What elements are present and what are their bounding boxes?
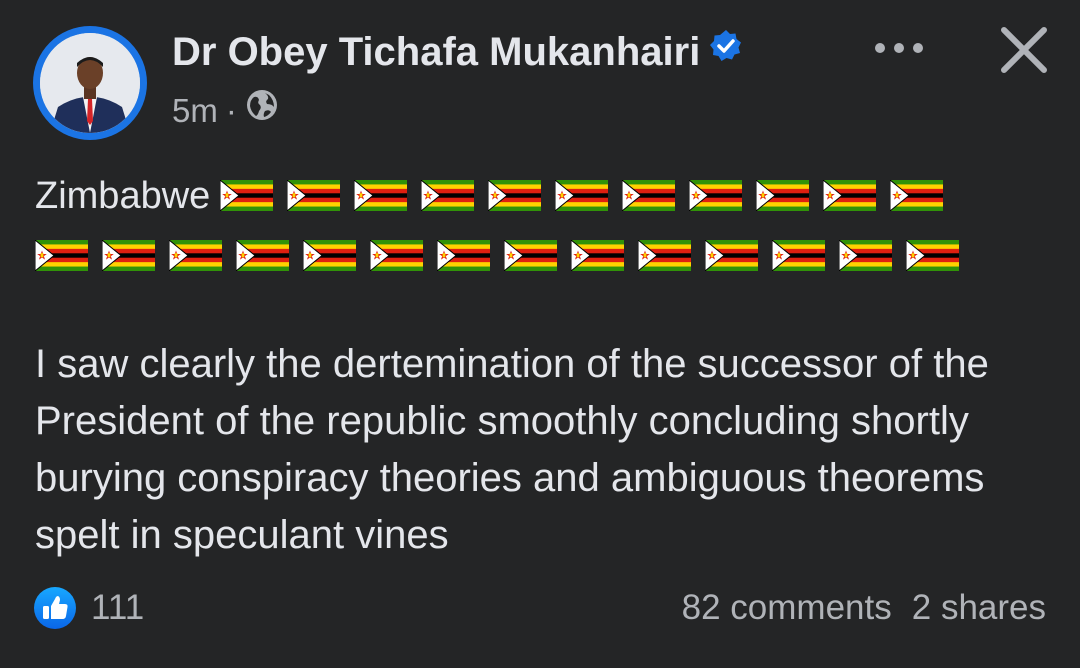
post-meta: 5m · bbox=[172, 88, 279, 133]
meta-separator: · bbox=[225, 91, 237, 129]
more-options-button[interactable] bbox=[868, 28, 934, 68]
more-icon bbox=[875, 43, 923, 53]
zimbabwe-flag-emoji bbox=[437, 240, 490, 272]
zimbabwe-flag-emoji bbox=[906, 240, 959, 272]
reactions-summary[interactable]: 111 bbox=[33, 586, 144, 630]
engagement-counts: 82 comments 2 shares bbox=[682, 586, 1046, 630]
zimbabwe-flag-emoji bbox=[287, 180, 341, 212]
zimbabwe-flag-emoji bbox=[839, 240, 892, 272]
zimbabwe-flag-emoji bbox=[35, 240, 88, 272]
zimbabwe-flag-emoji bbox=[555, 180, 609, 212]
author-name[interactable]: Dr Obey Tichafa Mukanhairi bbox=[172, 28, 744, 76]
zimbabwe-flag-emoji bbox=[689, 180, 743, 212]
post-headline: Zimbabwe bbox=[35, 170, 1045, 278]
zimbabwe-flag-emoji bbox=[890, 180, 944, 212]
zimbabwe-flag-emoji bbox=[421, 180, 475, 212]
zimbabwe-flag-emoji bbox=[169, 240, 222, 272]
zimbabwe-flag-emoji bbox=[504, 240, 557, 272]
zimbabwe-flag-emoji bbox=[705, 240, 758, 272]
zimbabwe-flag-emoji bbox=[220, 180, 274, 212]
flag-row-1 bbox=[220, 173, 957, 215]
headline-text: Zimbabwe bbox=[35, 174, 211, 217]
zimbabwe-flag-emoji bbox=[488, 180, 542, 212]
zimbabwe-flag-emoji bbox=[370, 240, 423, 272]
like-count[interactable]: 111 bbox=[91, 586, 144, 630]
zimbabwe-flag-emoji bbox=[823, 180, 877, 212]
profile-photo bbox=[40, 33, 140, 133]
comments-count[interactable]: 82 comments bbox=[682, 588, 892, 627]
zimbabwe-flag-emoji bbox=[236, 240, 289, 272]
zimbabwe-flag-emoji bbox=[303, 240, 356, 272]
author-name-text[interactable]: Dr Obey Tichafa Mukanhairi bbox=[172, 30, 700, 74]
globe-icon[interactable] bbox=[245, 88, 279, 133]
like-icon bbox=[34, 587, 76, 629]
zimbabwe-flag-emoji bbox=[354, 180, 408, 212]
zimbabwe-flag-emoji bbox=[756, 180, 810, 212]
zimbabwe-flag-emoji bbox=[772, 240, 825, 272]
shares-count[interactable]: 2 shares bbox=[912, 588, 1046, 627]
verified-badge-icon bbox=[708, 27, 744, 75]
flag-row-2 bbox=[35, 230, 1045, 278]
facebook-post: Dr Obey Tichafa Mukanhairi 5m · Zimbabwe… bbox=[0, 0, 1080, 668]
post-time[interactable]: 5m bbox=[172, 89, 218, 133]
post-body: I saw clearly the dertemination of the s… bbox=[35, 342, 989, 557]
zimbabwe-flag-emoji bbox=[571, 240, 624, 272]
zimbabwe-flag-emoji bbox=[102, 240, 155, 272]
close-icon bbox=[1001, 27, 1047, 73]
avatar[interactable] bbox=[40, 33, 140, 133]
zimbabwe-flag-emoji bbox=[638, 240, 691, 272]
zimbabwe-flag-emoji bbox=[622, 180, 676, 212]
close-button[interactable] bbox=[994, 20, 1054, 80]
